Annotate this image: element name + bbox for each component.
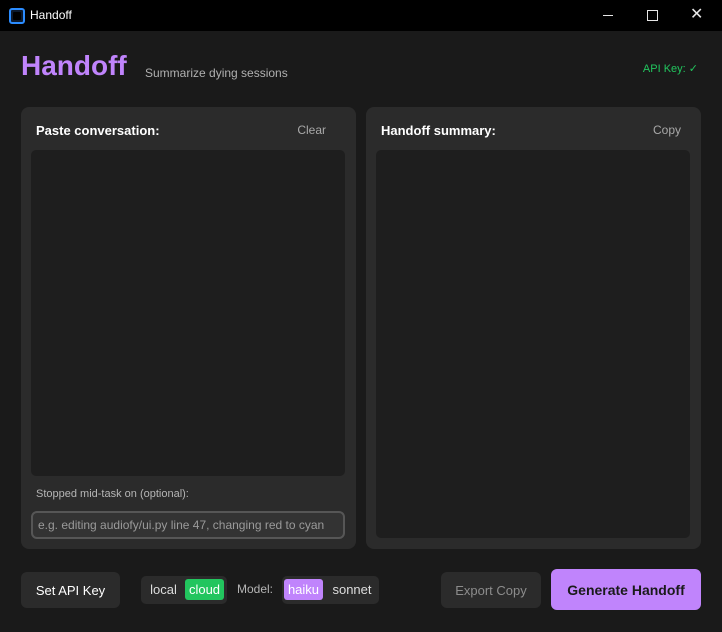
model-option-haiku[interactable]: haiku bbox=[284, 579, 323, 600]
conversation-panel-title: Paste conversation: bbox=[36, 123, 160, 138]
summary-panel: Handoff summary: Copy bbox=[366, 107, 701, 549]
conversation-panel: Paste conversation: Clear Stopped mid-ta… bbox=[21, 107, 356, 549]
app-window: Handoff ✕ Handoff Summarize dying sessio… bbox=[0, 0, 722, 632]
export-copy-button[interactable]: Export Copy bbox=[441, 572, 541, 608]
stopped-task-label: Stopped mid-task on (optional): bbox=[36, 488, 189, 500]
set-api-key-button[interactable]: Set API Key bbox=[21, 572, 120, 608]
summary-output[interactable] bbox=[376, 150, 690, 538]
close-icon: ✕ bbox=[690, 4, 704, 23]
mode-toggle: local cloud bbox=[141, 576, 227, 604]
stopped-task-input[interactable] bbox=[31, 511, 345, 539]
minimize-icon bbox=[603, 15, 613, 16]
mode-option-cloud[interactable]: cloud bbox=[185, 579, 224, 600]
close-button[interactable]: ✕ bbox=[674, 0, 720, 31]
maximize-icon bbox=[647, 10, 658, 21]
model-option-sonnet[interactable]: sonnet bbox=[328, 579, 376, 600]
model-toggle: haiku sonnet bbox=[282, 576, 379, 604]
clear-button[interactable]: Clear bbox=[297, 123, 326, 137]
window-title: Handoff bbox=[30, 8, 72, 22]
copy-button[interactable]: Copy bbox=[653, 123, 681, 137]
api-key-status: API Key: ✓ bbox=[642, 63, 698, 75]
generate-handoff-button[interactable]: Generate Handoff bbox=[551, 569, 701, 610]
minimize-button[interactable] bbox=[586, 0, 632, 31]
mode-option-local[interactable]: local bbox=[144, 579, 183, 600]
summary-panel-title: Handoff summary: bbox=[381, 123, 496, 138]
title-bar: Handoff ✕ bbox=[0, 0, 722, 31]
conversation-input[interactable] bbox=[31, 150, 345, 476]
app-window-icon bbox=[9, 8, 25, 24]
app-brand: Handoff bbox=[21, 50, 127, 81]
model-label: Model: bbox=[237, 582, 274, 596]
app-tagline: Summarize dying sessions bbox=[145, 66, 288, 80]
maximize-button[interactable] bbox=[629, 0, 675, 31]
